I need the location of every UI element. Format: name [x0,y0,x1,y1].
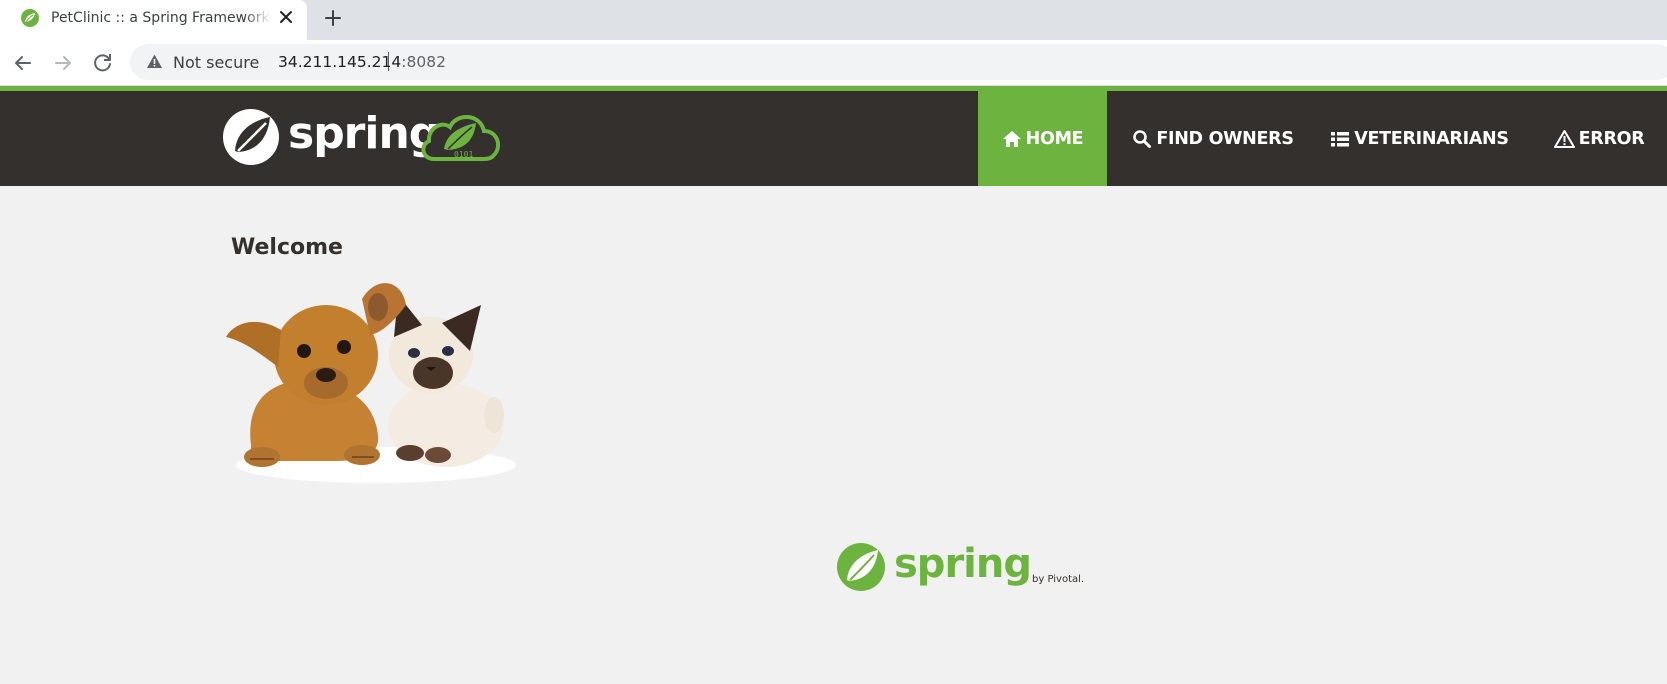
nav-veterinarians-label: VETERINARIANS [1354,128,1509,149]
new-tab-icon[interactable] [322,7,344,29]
warning-icon[interactable] [146,53,163,70]
browser-tabstrip: PetClinic :: a Spring Framework demonstr… [0,0,1667,40]
spring-brand-logo[interactable]: spring 0101 [222,103,510,169]
main-navbar: spring 0101 HOME FIND OWNERS VETERINARIA… [0,91,1667,186]
url-text[interactable]: 34.211.145.214:8082 [278,53,446,71]
nav-home[interactable]: HOME [978,91,1107,186]
nav-find-owners-label: FIND OWNERS [1156,128,1294,149]
address-bar[interactable]: Not secure 34.211.145.214:8082 [130,44,1667,80]
url-port: :8082 [401,53,446,71]
footer-wordmark: spring [894,541,1031,587]
spring-by-pivotal-logo: spring by Pivotal. [837,541,1084,591]
pets-illustration [226,283,516,483]
reload-icon[interactable] [90,50,116,76]
footer-by-pivotal: by Pivotal. [1032,574,1084,585]
nav-home-label: HOME [1025,128,1084,149]
home-icon [1002,130,1021,147]
browser-toolbar: Not secure 34.211.145.214:8082 [0,40,1667,86]
warning-icon [1553,129,1575,148]
browser-tab[interactable]: PetClinic :: a Spring Framework demonstr… [0,0,307,40]
brand-badge-text: 0101 [454,150,473,159]
forward-arrow-icon[interactable] [50,50,76,76]
nav-veterinarians[interactable]: VETERINARIANS [1329,91,1510,186]
spring-favicon-icon [21,9,39,27]
tab-title: PetClinic :: a Spring Framework demonstr… [51,10,271,26]
brand-wordmark: spring [288,108,439,159]
list-icon [1331,131,1350,146]
back-arrow-icon[interactable] [10,50,36,76]
nav-find-owners[interactable]: FIND OWNERS [1128,91,1298,186]
security-status-label[interactable]: Not secure [173,53,259,72]
search-icon [1133,129,1152,148]
nav-error[interactable]: ERROR [1545,91,1653,186]
nav-error-label: ERROR [1578,128,1645,149]
page-title: Welcome [231,235,343,260]
close-tab-icon[interactable] [276,7,296,27]
url-host: 34.211.145.214 [278,53,402,71]
